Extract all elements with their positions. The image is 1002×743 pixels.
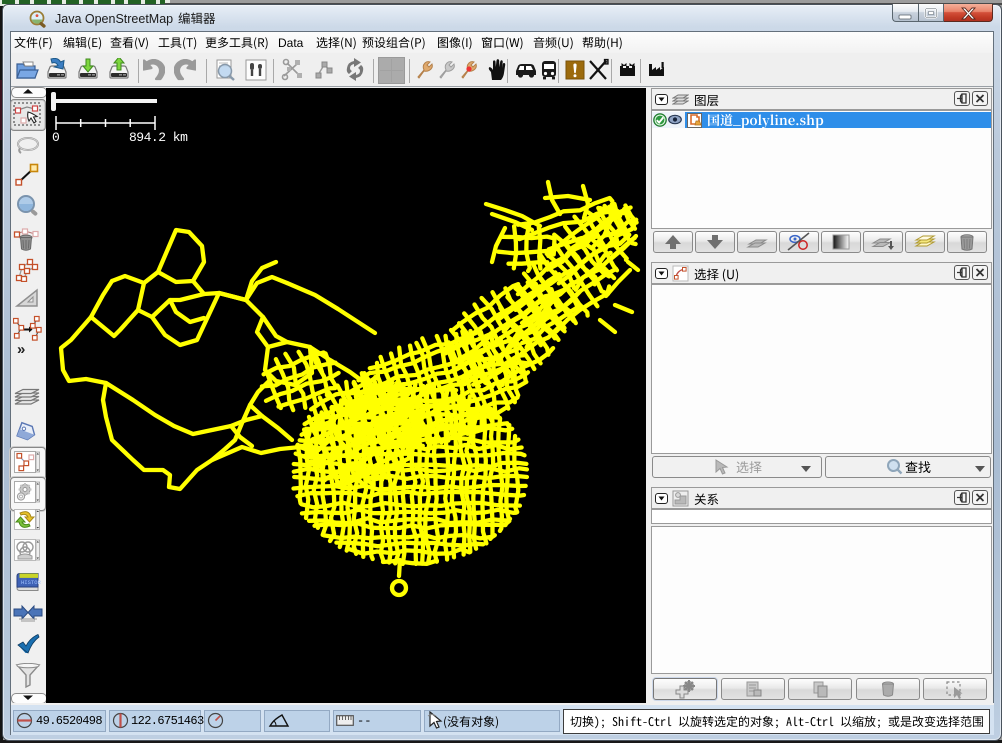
svg-text:HISTORY: HISTORY xyxy=(21,579,41,586)
